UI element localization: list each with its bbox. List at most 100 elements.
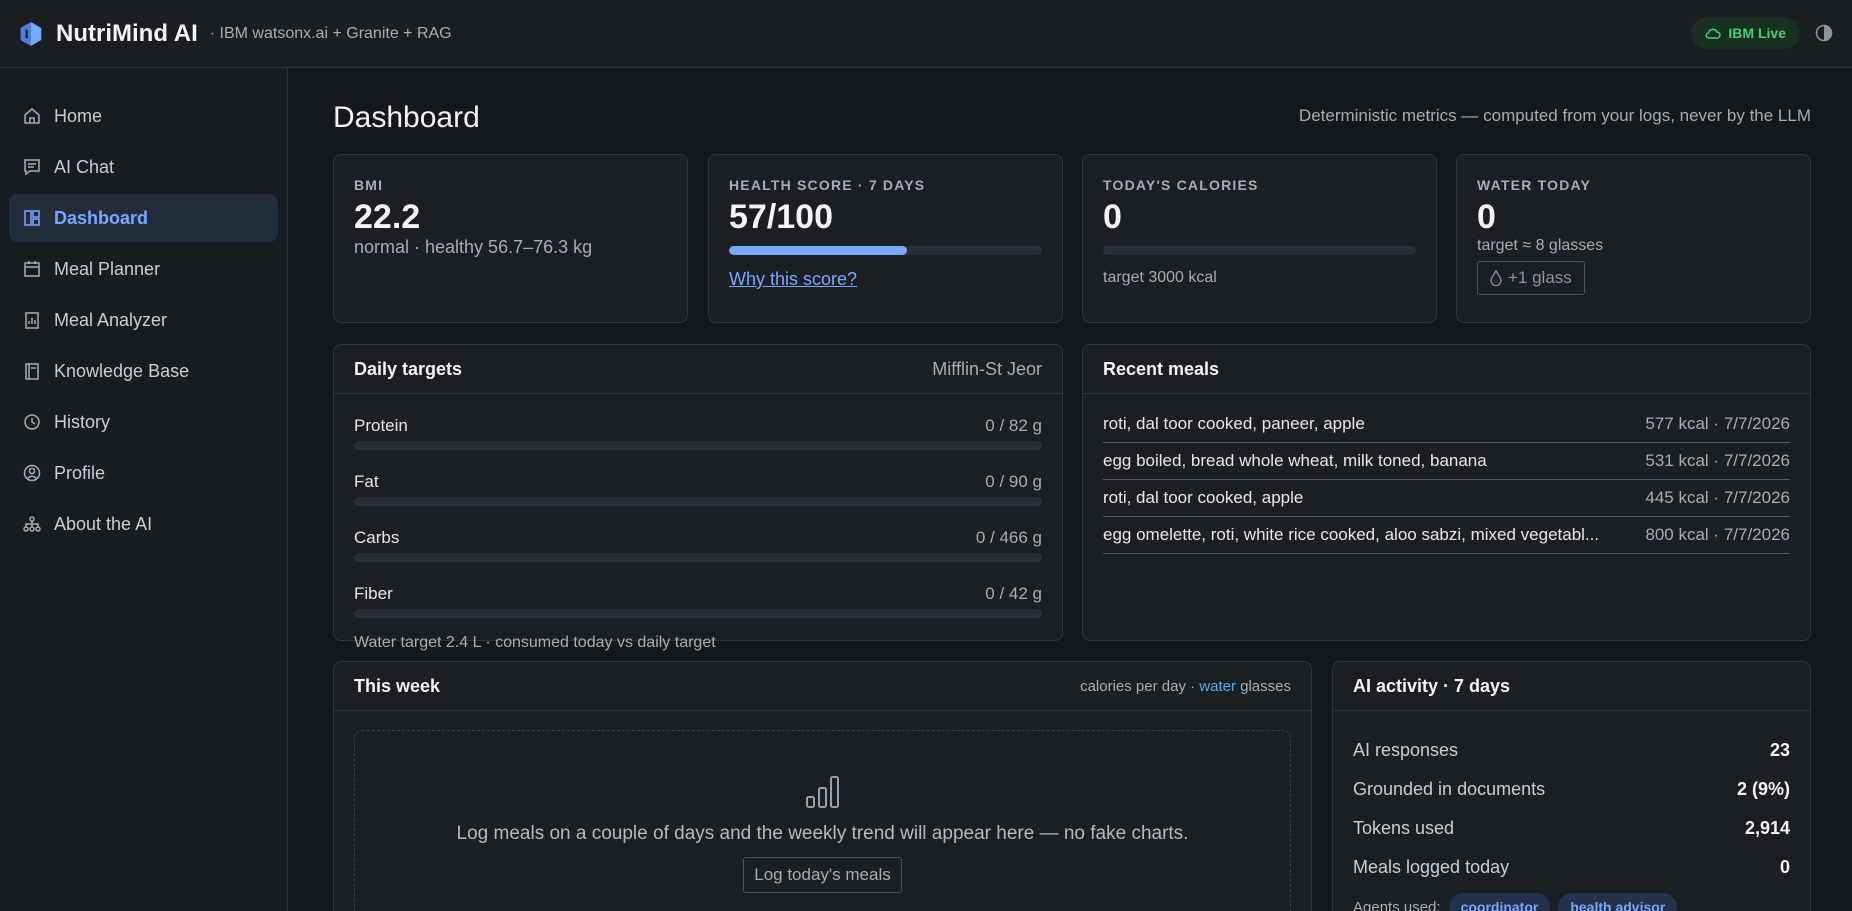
activity-value: 2,914 [1744,818,1790,838]
activity-label: Grounded in documents [1353,779,1546,799]
bmi-card: BMI 22.2 normal · healthy 56.7–76.3 kg [333,154,688,323]
page-note: Deterministic metrics — computed from yo… [1298,106,1811,125]
network-icon [23,516,41,532]
agent-chip[interactable]: health advisor [1558,893,1678,911]
macro-bar [354,609,1042,618]
agents-used: Agents used: coordinator health advisor [1353,893,1790,911]
why-score-link[interactable]: Why this score? [729,269,857,290]
sidebar: Home AI Chat Dashboard Meal Planner Meal… [0,68,288,911]
add-glass-label: +1 glass [1508,268,1572,287]
agents-label: Agents used: [1353,898,1441,911]
this-week-card: This week calories per day · water glass… [333,661,1312,911]
sidebar-item-label: About the AI [54,513,153,534]
meal-meta: 531 kcal · 7/7/2026 [1645,451,1790,470]
sidebar-item-label: Meal Planner [54,258,161,279]
macro-bar [354,553,1042,562]
calories-label: TODAY'S CALORIES [1103,177,1259,193]
status-badge-label: IBM Live [1728,25,1786,41]
macro-value: 0 / 466 g [975,528,1042,547]
macro-name: Carbs [354,528,400,547]
water-card: WATER TODAY 0 target ≈ 8 glasses +1 glas… [1456,154,1811,323]
sidebar-item-about-ai[interactable]: About the AI [9,500,278,548]
sidebar-item-knowledge-base[interactable]: Knowledge Base [9,347,278,395]
log-meals-button[interactable]: Log today's meals [743,857,902,893]
sidebar-item-label: Knowledge Base [54,360,190,381]
meal-meta: 445 kcal · 7/7/2026 [1645,488,1790,507]
macro-protein: Protein 0 / 82 g [354,416,1042,450]
sidebar-item-label: History [54,411,111,432]
macro-value: 0 / 42 g [985,584,1042,603]
chat-icon [24,159,40,176]
activity-value: 2 (9%) [1736,779,1790,799]
page-title: Dashboard [333,101,480,134]
analyzer-icon [25,312,39,329]
week-legend-prefix: calories per day · [1080,677,1200,695]
ibm-live-badge: IBM Live [1691,17,1800,49]
sidebar-item-meal-planner[interactable]: Meal Planner [9,245,278,293]
app-title: NutriMind AI [56,19,198,47]
daily-targets-card: Daily targets Mifflin-St Jeor Protein 0 /… [333,344,1063,651]
logo-icon [20,21,42,46]
meal-name: roti, dal toor cooked, apple [1103,488,1304,507]
weekly-empty-text: Log meals on a couple of days and the we… [456,823,1189,844]
add-glass-button[interactable]: +1 glass [1477,261,1585,295]
activity-row: Meals logged today 0 [1353,848,1790,887]
book-icon [25,363,39,380]
daily-targets-method: Mifflin-St Jeor [932,358,1042,379]
history-icon [24,414,40,430]
bmi-sub: normal · healthy 56.7–76.3 kg [354,237,593,257]
meal-row[interactable]: roti, dal toor cooked, paneer, apple 577 … [1103,406,1790,443]
droplet-icon [1490,270,1502,286]
sidebar-item-label: AI Chat [54,156,115,177]
cloud-icon [1705,28,1722,39]
health-score-bar [729,246,1042,255]
this-week-title: This week [354,675,441,696]
sidebar-item-profile[interactable]: Profile [9,449,278,497]
activity-label: Tokens used [1353,818,1455,838]
macro-value: 0 / 82 g [985,416,1042,435]
activity-row: Grounded in documents 2 (9%) [1353,770,1790,809]
health-score-fill [729,246,908,255]
sidebar-item-label: Home [54,105,103,126]
bmi-value: 22.2 [354,198,421,236]
sidebar-item-meal-analyzer[interactable]: Meal Analyzer [9,296,278,344]
home-icon [24,108,40,124]
sidebar-item-home[interactable]: Home [9,92,278,140]
activity-value: 0 [1779,857,1790,877]
meal-meta: 577 kcal · 7/7/2026 [1645,414,1790,433]
macro-carbs: Carbs 0 / 466 g [354,528,1042,562]
activity-label: Meals logged today [1353,857,1510,877]
bmi-label: BMI [354,177,384,193]
macro-name: Fiber [354,584,393,603]
activity-label: AI responses [1353,740,1459,760]
water-value: 0 [1477,198,1496,236]
macro-name: Protein [354,416,408,435]
macro-bar [354,441,1042,450]
activity-row: AI responses 23 [1353,731,1790,770]
top-bar: NutriMind AI · IBM watsonx.ai + Granite … [0,0,1852,68]
sidebar-item-history[interactable]: History [9,398,278,446]
calories-card: TODAY'S CALORIES 0 target 3000 kcal [1082,154,1437,323]
calendar-icon [24,261,40,277]
ai-activity-title: AI activity · 7 days [1353,675,1511,696]
calories-value: 0 [1103,198,1122,236]
theme-toggle-icon[interactable] [1814,23,1834,43]
recent-meals-title: Recent meals [1103,358,1220,379]
meal-row[interactable]: egg omelette, roti, white rice cooked, a… [1103,517,1790,554]
sidebar-item-dashboard[interactable]: Dashboard [9,194,278,242]
sidebar-item-label: Dashboard [54,207,149,228]
meal-row[interactable]: roti, dal toor cooked, apple 445 kcal · 7… [1103,480,1790,517]
week-legend-water: water [1199,677,1236,695]
sidebar-item-label: Profile [54,462,106,483]
sidebar-item-label: Meal Analyzer [54,309,168,330]
macro-name: Fat [354,472,379,491]
daily-targets-title: Daily targets [354,358,463,379]
ai-activity-card: AI activity · 7 days AI responses 23 Grou… [1332,661,1811,911]
bar-chart-icon [805,776,839,808]
water-label: WATER TODAY [1477,177,1592,193]
sidebar-item-ai-chat[interactable]: AI Chat [9,143,278,191]
meal-name: egg omelette, roti, white rice cooked, a… [1103,525,1600,544]
macro-value: 0 / 90 g [985,472,1042,491]
meal-row[interactable]: egg boiled, bread whole wheat, milk tone… [1103,443,1790,480]
agent-chip[interactable]: coordinator [1448,893,1551,911]
